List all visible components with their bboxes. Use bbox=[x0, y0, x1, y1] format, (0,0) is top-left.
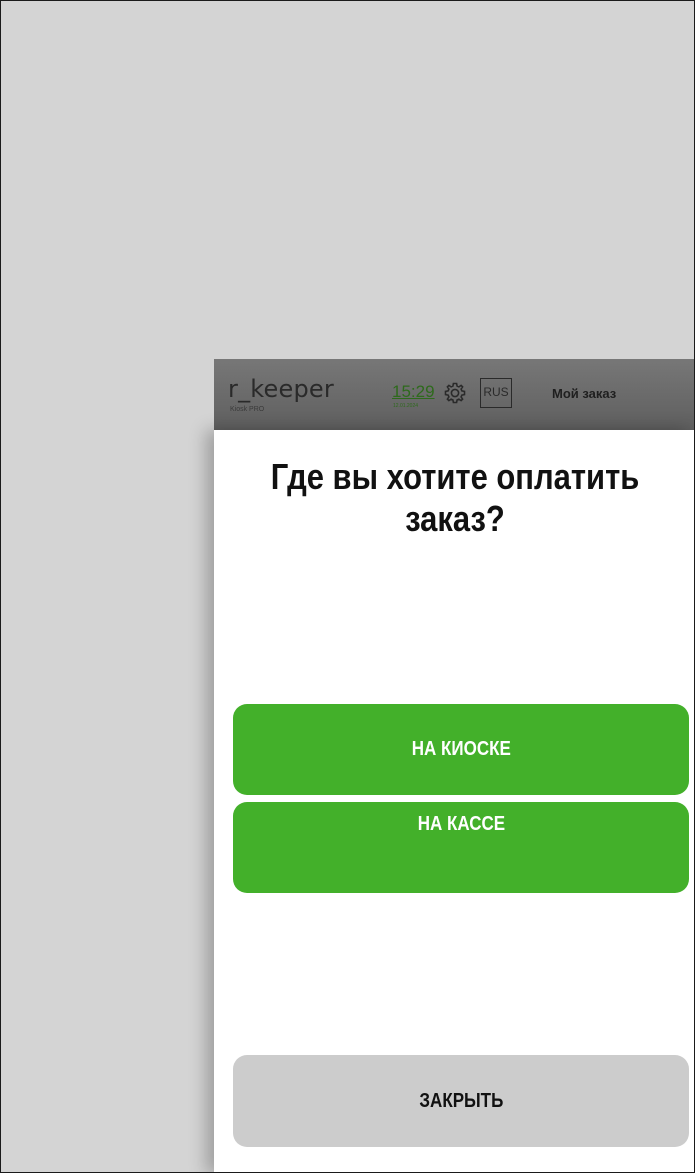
kiosk-app: r_keeper Kiosk PRO 15:29 12.01.2024 RUS … bbox=[214, 359, 694, 1172]
close-button-label: ЗАКРЫТЬ bbox=[419, 1090, 503, 1112]
dialog-title-line2: заказ? bbox=[405, 498, 505, 539]
gear-icon[interactable] bbox=[443, 381, 467, 405]
pay-at-cashier-button[interactable]: НА КАССЕ bbox=[233, 802, 689, 893]
pay-at-kiosk-button[interactable]: НА КИОСКЕ bbox=[233, 704, 689, 795]
clock-date: 12.01.2024 bbox=[393, 403, 419, 409]
pay-at-cashier-label: НА КАССЕ bbox=[417, 813, 505, 835]
dialog-title: Где вы хотите оплатить заказ? bbox=[248, 456, 663, 540]
payment-dialog: Где вы хотите оплатить заказ? НА КИОСКЕ … bbox=[214, 430, 694, 1172]
screenshot-frame: r_keeper Kiosk PRO 15:29 12.01.2024 RUS … bbox=[0, 0, 695, 1173]
language-button[interactable]: RUS bbox=[480, 378, 512, 408]
top-bar: r_keeper Kiosk PRO 15:29 12.01.2024 RUS … bbox=[214, 359, 694, 430]
close-button[interactable]: ЗАКРЫТЬ bbox=[233, 1055, 689, 1147]
clock-time: 15:29 bbox=[392, 382, 435, 401]
my-order-tab[interactable]: Мой заказ bbox=[552, 386, 616, 401]
app-logo: r_keeper bbox=[228, 375, 334, 403]
app-logo-subtitle: Kiosk PRO bbox=[230, 406, 265, 413]
pay-at-kiosk-label: НА КИОСКЕ bbox=[411, 738, 511, 760]
dialog-title-line1: Где вы хотите оплатить bbox=[270, 456, 640, 497]
